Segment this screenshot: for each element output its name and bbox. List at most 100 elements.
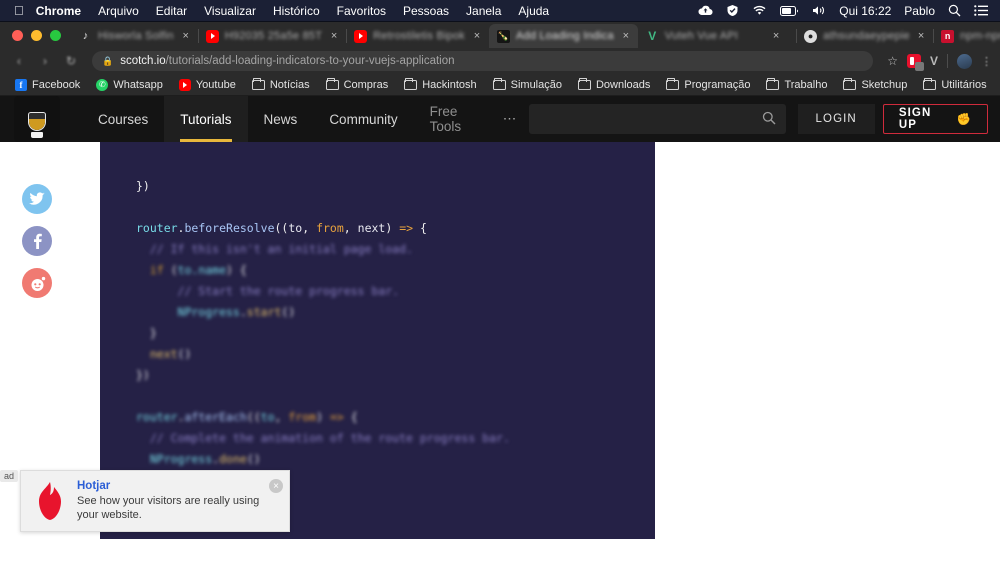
code-line-5: if (to.name) { [136, 263, 247, 277]
bookmark-youtube[interactable]: Youtube [172, 77, 243, 93]
bookmark-label: Whatsapp [113, 78, 163, 91]
code-line-6: // Start the route progress bar. [136, 284, 400, 298]
profile-avatar[interactable] [957, 53, 972, 69]
menubar-item-pessoas[interactable]: Pessoas [403, 4, 449, 18]
bookmark-sketchup[interactable]: Sketchup [836, 77, 914, 93]
menubar-item-editar[interactable]: Editar [156, 4, 187, 18]
search-icon[interactable] [948, 4, 961, 17]
site-logo[interactable] [14, 96, 60, 142]
bookmark-downloads[interactable]: Downloads [571, 77, 657, 93]
nav-item-tutorials[interactable]: Tutorials [164, 96, 248, 142]
url-host: scotch.io [120, 55, 166, 67]
tab-title: Retrostiletis Bipok [373, 30, 465, 42]
share-twitter-button[interactable] [22, 184, 52, 214]
signup-button[interactable]: SIGN UP ✊ [882, 104, 988, 134]
close-tab-icon[interactable]: × [328, 30, 340, 42]
search-input[interactable] [539, 112, 762, 126]
ad-body: See how your visitors are really using y… [77, 495, 260, 521]
nav-more-icon[interactable]: ⋯ [491, 96, 530, 142]
share-facebook-button[interactable] [22, 226, 52, 256]
code-line-9: next() [136, 347, 192, 361]
youtube-icon [178, 78, 191, 91]
bookmark-whatsapp[interactable]: ✆ Whatsapp [89, 77, 170, 93]
folder-icon [766, 77, 780, 90]
code-line-12: router.afterEach((to, from) => { [136, 410, 358, 424]
nav-item-courses[interactable]: Courses [82, 96, 164, 142]
bookmark-utilitarios[interactable]: Utilitários [916, 77, 993, 93]
close-tab-icon[interactable]: × [915, 30, 927, 42]
browser-tab-7[interactable]: n npm-nprogress—n × [933, 24, 1000, 48]
close-tab-icon[interactable]: × [770, 30, 782, 42]
browser-tab-4-active[interactable]: 🍾 Add Loading Indica × [488, 24, 638, 48]
close-ad-icon[interactable]: × [269, 479, 283, 493]
tab-title: H92035 25a5e 85T [224, 30, 323, 42]
browser-tab-1[interactable]: ♪ Hisworla Solfin × [71, 24, 199, 48]
code-line-8: } [136, 326, 157, 340]
site-search[interactable] [529, 104, 786, 134]
shield-icon[interactable] [726, 4, 739, 17]
menubar-item-janela[interactable]: Janela [466, 4, 501, 18]
nav-item-free-tools[interactable]: Free Tools [414, 96, 491, 142]
close-tab-icon[interactable]: × [620, 30, 632, 42]
back-button[interactable]: ‹ [8, 50, 30, 72]
menubar-item-arquivo[interactable]: Arquivo [98, 4, 139, 18]
forward-button[interactable]: › [34, 50, 56, 72]
browser-tab-3[interactable]: Retrostiletis Bipok × [346, 24, 490, 48]
minimize-window-button[interactable] [31, 29, 42, 41]
menubar-item-visualizar[interactable]: Visualizar [204, 4, 256, 18]
nav-item-news[interactable]: News [248, 96, 314, 142]
menubar-clock[interactable]: Qui 16:22 [839, 4, 891, 18]
battery-icon[interactable] [780, 5, 799, 16]
folder-icon [923, 77, 937, 90]
bookmark-facebook[interactable]: f Facebook [8, 77, 87, 93]
close-tab-icon[interactable]: × [471, 30, 483, 42]
lock-icon: 🔒 [102, 55, 114, 66]
reload-button[interactable]: ↻ [60, 50, 82, 72]
menubar-item-historico[interactable]: Histórico [273, 4, 320, 18]
close-window-button[interactable] [12, 29, 23, 41]
menubar-item-chrome[interactable]: Chrome [36, 4, 81, 18]
chrome-menu-icon[interactable]: ⋮ [981, 55, 992, 68]
social-share-bar [22, 184, 52, 298]
youtube-icon [205, 29, 219, 43]
apple-logo-icon[interactable]:  [14, 4, 24, 17]
bookmark-compras[interactable]: Compras [319, 77, 396, 93]
bookmark-hackintosh[interactable]: Hackintosh [397, 77, 483, 93]
share-reddit-button[interactable] [22, 268, 52, 298]
browser-toolbar: ‹ › ↻ 🔒 scotch.io/tutorials/add-loading-… [0, 48, 1000, 74]
menubar-item-ajuda[interactable]: Ajuda [518, 4, 549, 18]
folder-icon [492, 77, 506, 90]
cloud-icon[interactable] [698, 5, 713, 16]
bookmark-trabalho[interactable]: Trabalho [759, 77, 834, 93]
close-tab-icon[interactable]: × [180, 30, 192, 42]
window-traffic-lights [8, 22, 71, 48]
browser-tab-5[interactable]: V Vuteh Vue API × [638, 24, 798, 48]
folder-icon [577, 77, 591, 90]
tab-title: npm-nprogress—n [960, 30, 1000, 42]
bookmark-label: Notícias [269, 78, 310, 91]
browser-tab-2[interactable]: H92035 25a5e 85T × [198, 24, 348, 48]
bookmark-label: Downloads [595, 78, 651, 91]
control-center-icon[interactable] [974, 5, 988, 16]
login-button[interactable]: LOGIN [797, 104, 875, 134]
bookmark-noticias[interactable]: Notícias [245, 77, 317, 93]
volume-icon[interactable] [812, 5, 826, 16]
menubar-item-favoritos[interactable]: Favoritos [337, 4, 386, 18]
hotjar-ad-card[interactable]: Hotjar See how your visitors are really … [20, 470, 290, 532]
bookmark-animes[interactable]: Animes [996, 77, 1000, 93]
wifi-icon[interactable] [752, 5, 767, 16]
bookmark-programacao[interactable]: Programação [659, 77, 757, 93]
bookmark-simulacao[interactable]: Simulação [486, 77, 569, 93]
menubar-user[interactable]: Pablo [904, 4, 935, 18]
browser-tab-6[interactable]: ● athsundaeypepiei × [796, 24, 935, 48]
extension-red-icon[interactable] [906, 54, 924, 71]
tab-title: Add Loading Indica [515, 30, 614, 42]
search-icon[interactable] [762, 111, 776, 128]
maximize-window-button[interactable] [50, 29, 61, 41]
bookmark-star-icon[interactable]: ☆ [887, 54, 898, 68]
scotch-io-logo-icon [14, 96, 60, 142]
vue-devtools-icon[interactable]: V [930, 54, 938, 68]
address-bar[interactable]: 🔒 scotch.io/tutorials/add-loading-indica… [92, 51, 874, 71]
fist-icon: ✊ [956, 114, 972, 126]
nav-item-community[interactable]: Community [313, 96, 413, 142]
